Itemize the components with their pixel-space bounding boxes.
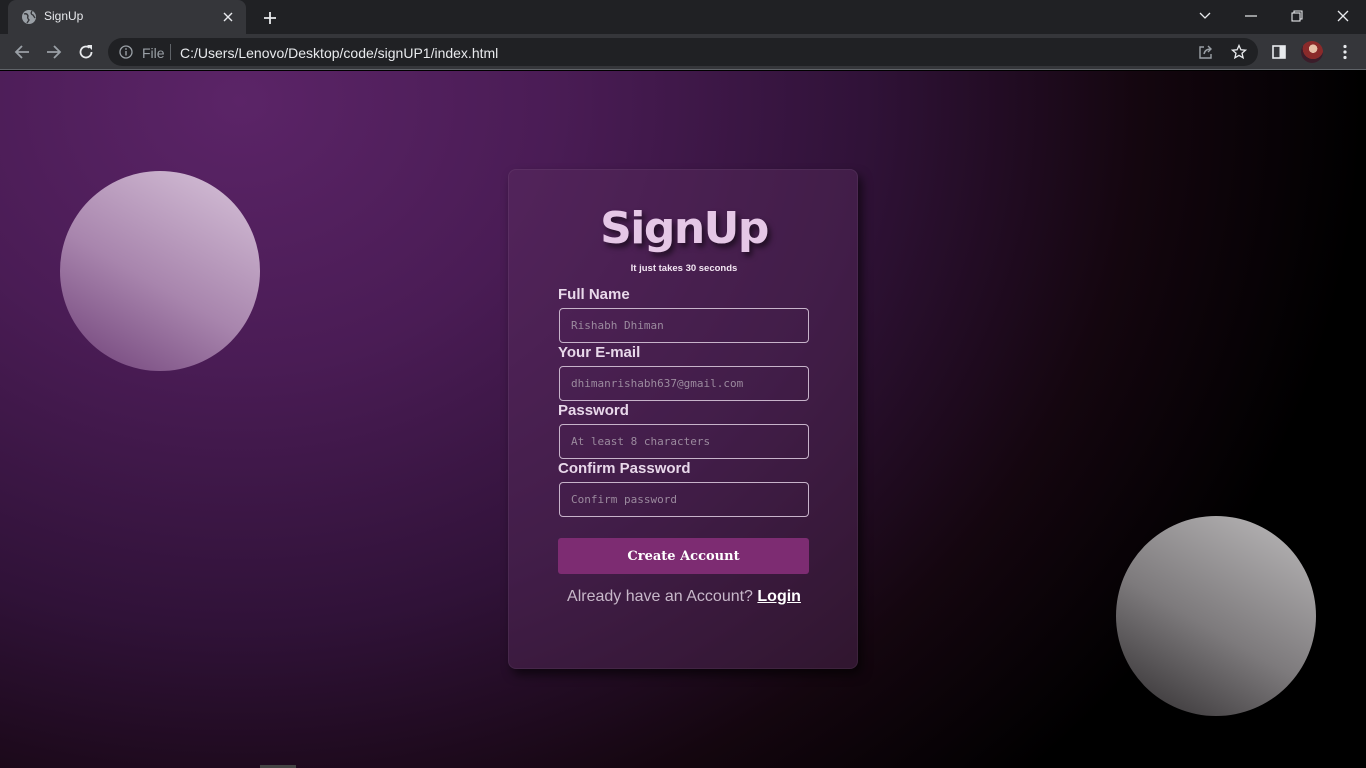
forward-icon[interactable]: [40, 38, 68, 66]
omnibox-divider: [170, 44, 171, 60]
tab-strip: SignUp: [0, 0, 1366, 34]
share-icon[interactable]: [1198, 44, 1214, 60]
decorative-orb-left: [60, 171, 260, 371]
password-input[interactable]: [559, 424, 809, 459]
page-viewport: SignUp It just takes 30 seconds Full Nam…: [0, 71, 1366, 768]
globe-icon: [22, 10, 36, 24]
email-input[interactable]: [559, 366, 809, 401]
tab-title: SignUp: [44, 9, 84, 23]
page-subtitle: It just takes 30 seconds: [630, 263, 738, 274]
create-account-button[interactable]: Create Account: [558, 538, 809, 574]
email-label: Your E-mail: [558, 344, 641, 361]
back-icon[interactable]: [8, 38, 36, 66]
tab-signup[interactable]: SignUp: [8, 0, 246, 34]
full-name-input[interactable]: [559, 308, 809, 343]
password-label: Password: [558, 402, 629, 419]
side-panel-icon[interactable]: [1267, 40, 1291, 64]
close-icon[interactable]: [218, 7, 238, 27]
plus-icon[interactable]: [258, 6, 282, 30]
login-prompt-text: Already have an Account?: [567, 588, 753, 605]
address-bar[interactable]: File C:/Users/Lenovo/Desktop/code/signUP…: [108, 38, 1258, 66]
page-title: SignUp: [600, 203, 769, 254]
url-text[interactable]: C:/Users/Lenovo/Desktop/code/signUP1/ind…: [180, 45, 498, 61]
profile-avatar[interactable]: [1301, 41, 1323, 63]
reload-icon[interactable]: [72, 38, 100, 66]
login-prompt-row: Already have an Account? Login: [509, 588, 859, 606]
window-close-icon[interactable]: [1320, 0, 1366, 32]
full-name-label: Full Name: [558, 286, 630, 303]
restore-icon[interactable]: [1274, 0, 1320, 32]
kebab-menu-icon[interactable]: [1333, 40, 1357, 64]
star-icon[interactable]: [1231, 44, 1247, 60]
info-icon[interactable]: [119, 45, 133, 59]
confirm-password-input[interactable]: [559, 482, 809, 517]
signup-card: SignUp It just takes 30 seconds Full Nam…: [508, 169, 858, 669]
login-link[interactable]: Login: [757, 588, 801, 605]
chevron-down-icon[interactable]: [1182, 0, 1228, 32]
minimize-icon[interactable]: [1228, 0, 1274, 32]
confirm-password-label: Confirm Password: [558, 460, 691, 477]
browser-toolbar: File C:/Users/Lenovo/Desktop/code/signUP…: [0, 34, 1366, 70]
decorative-orb-right: [1116, 516, 1316, 716]
url-scheme-label: File: [142, 45, 165, 61]
